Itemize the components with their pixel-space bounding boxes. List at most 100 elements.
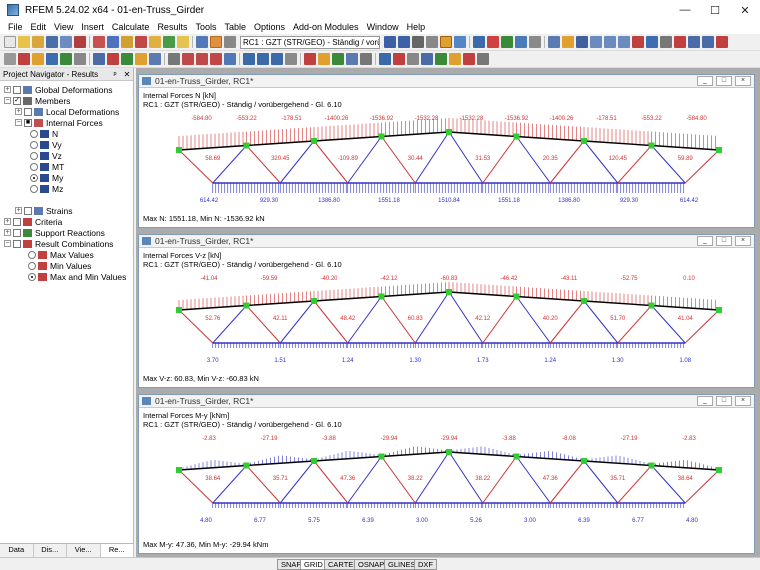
deformation-icon[interactable]: [454, 36, 466, 48]
menu-calculate[interactable]: Calculate: [108, 22, 154, 32]
visibility-icon[interactable]: [285, 53, 297, 65]
section-results-icon[interactable]: [487, 36, 499, 48]
radio[interactable]: [28, 261, 36, 270]
checkbox[interactable]: [13, 239, 21, 248]
undo-icon[interactable]: [93, 36, 105, 48]
tree-item-mt[interactable]: MT: [30, 161, 64, 172]
tree-item-vy[interactable]: Vy: [30, 139, 62, 150]
checkbox[interactable]: [13, 85, 21, 94]
menu-window[interactable]: Window: [363, 22, 403, 32]
surface-load-icon[interactable]: [210, 53, 222, 65]
pin-icon[interactable]: ᵖ: [109, 70, 121, 79]
grid-toggle[interactable]: GRID: [300, 559, 327, 570]
line-icon[interactable]: [18, 53, 30, 65]
result-window-my[interactable]: 01-en-Truss_Girder, RC1* _ □ × Internal …: [138, 394, 755, 554]
show-results-icon[interactable]: [210, 36, 222, 48]
window-maximize-button[interactable]: □: [716, 396, 732, 406]
checkbox[interactable]: [24, 107, 32, 116]
measure-icon[interactable]: [660, 36, 672, 48]
radio-selected[interactable]: [30, 173, 38, 182]
print-icon[interactable]: [60, 36, 72, 48]
radio[interactable]: [30, 129, 38, 138]
perspective-icon[interactable]: [421, 53, 433, 65]
model-data-icon[interactable]: [121, 36, 133, 48]
menu-tools[interactable]: Tools: [191, 22, 220, 32]
expand-icon[interactable]: +: [4, 86, 11, 93]
solid-icon[interactable]: [74, 53, 86, 65]
calculate-icon[interactable]: [149, 36, 161, 48]
material-icon[interactable]: [135, 53, 147, 65]
close-button[interactable]: ✕: [730, 0, 760, 20]
tree-item-max-values[interactable]: Max Values: [28, 249, 94, 260]
result-display-icon[interactable]: [440, 36, 452, 48]
checkbox[interactable]: [24, 206, 32, 215]
tree-item-criteria[interactable]: + Criteria: [4, 216, 62, 227]
collapse-icon[interactable]: −: [4, 240, 11, 247]
menu-table[interactable]: Table: [220, 22, 250, 32]
tree-item-vz[interactable]: Vz: [30, 150, 62, 161]
tab-data[interactable]: Data: [0, 544, 34, 557]
xyz-icon[interactable]: [562, 36, 574, 48]
show-values-icon[interactable]: [426, 36, 438, 48]
guideline-icon[interactable]: [271, 53, 283, 65]
loads-icon[interactable]: [135, 36, 147, 48]
rotate-icon[interactable]: [716, 36, 728, 48]
radio[interactable]: [28, 250, 36, 259]
window-minimize-button[interactable]: _: [697, 236, 713, 246]
hinge-icon[interactable]: [107, 53, 119, 65]
window-minimize-button[interactable]: _: [697, 396, 713, 406]
collapse-icon[interactable]: −: [4, 97, 11, 104]
checkbox[interactable]: ■: [24, 118, 32, 127]
support-icon[interactable]: [93, 53, 105, 65]
view-icon[interactable]: [196, 36, 208, 48]
snap-settings-icon[interactable]: [168, 53, 180, 65]
menu-view[interactable]: View: [50, 22, 77, 32]
view-x-icon[interactable]: [590, 36, 602, 48]
connect-icon[interactable]: [332, 53, 344, 65]
expand-icon[interactable]: +: [15, 207, 22, 214]
view-y-icon[interactable]: [604, 36, 616, 48]
menu-help[interactable]: Help: [403, 22, 430, 32]
menu-options[interactable]: Options: [250, 22, 289, 32]
render-icon[interactable]: [632, 36, 644, 48]
window-close-button[interactable]: ×: [735, 396, 751, 406]
next-load-case-icon[interactable]: [398, 36, 410, 48]
view-z-icon[interactable]: [618, 36, 630, 48]
tree-item-global-deformations[interactable]: + Global Deformations: [4, 84, 112, 95]
tree-item-mz[interactable]: Mz: [30, 183, 63, 194]
export-icon[interactable]: [463, 53, 475, 65]
radio[interactable]: [30, 162, 38, 171]
wireframe-icon[interactable]: [393, 53, 405, 65]
window-maximize-button[interactable]: □: [716, 236, 732, 246]
tree-item-members[interactable]: − ✓ Members: [4, 95, 70, 106]
section-icon[interactable]: [121, 53, 133, 65]
dimension-icon[interactable]: [243, 53, 255, 65]
help-icon[interactable]: [646, 36, 658, 48]
members-icon[interactable]: [224, 36, 236, 48]
result-window-n[interactable]: 01-en-Truss_Girder, RC1* _ □ × Internal …: [138, 74, 755, 228]
navigator-close-icon[interactable]: ✕: [121, 70, 133, 79]
radio[interactable]: [30, 140, 38, 149]
tree-item-internal-forces[interactable]: − ■ Internal Forces: [15, 117, 103, 128]
lighting-icon[interactable]: [449, 53, 461, 65]
surface-icon[interactable]: [60, 53, 72, 65]
collapse-icon[interactable]: −: [15, 119, 22, 126]
checkbox[interactable]: [13, 228, 21, 237]
member-results-icon[interactable]: [473, 36, 485, 48]
support-results-icon[interactable]: [515, 36, 527, 48]
tree-item-max-and-min-values[interactable]: Max and Min Values: [28, 271, 126, 282]
new-file-icon[interactable]: [4, 36, 16, 48]
set-of-members-icon[interactable]: [149, 53, 161, 65]
select-icon[interactable]: [4, 53, 16, 65]
menu-edit[interactable]: Edit: [27, 22, 51, 32]
render-solid-icon[interactable]: [379, 53, 391, 65]
copy-icon[interactable]: [688, 36, 700, 48]
maximize-button[interactable]: ☐: [700, 0, 730, 20]
window-maximize-button[interactable]: □: [716, 76, 732, 86]
delete-icon[interactable]: [674, 36, 686, 48]
dxf-toggle[interactable]: DXF: [414, 559, 437, 570]
fe-mesh-icon[interactable]: [304, 53, 316, 65]
tab-results[interactable]: Re...: [100, 544, 134, 557]
transparent-icon[interactable]: [407, 53, 419, 65]
tree-item-min-values[interactable]: Min Values: [28, 260, 91, 271]
